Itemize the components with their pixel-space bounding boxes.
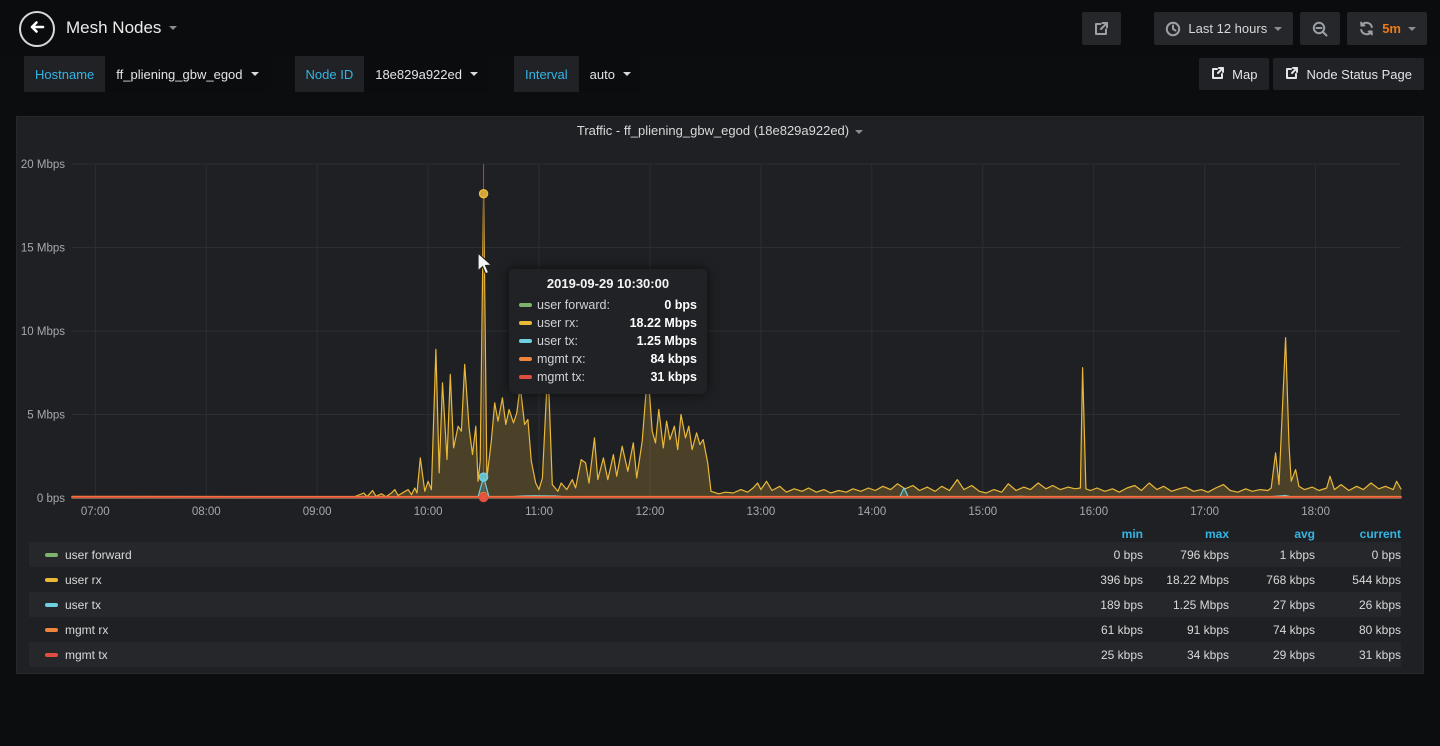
svg-text:15 Mbps: 15 Mbps <box>21 243 65 255</box>
series-color-dash <box>519 339 532 343</box>
series-name[interactable]: mgmt tx <box>65 648 108 662</box>
svg-text:09:00: 09:00 <box>303 506 332 518</box>
chevron-down-icon <box>623 72 631 76</box>
svg-text:18:00: 18:00 <box>1301 506 1330 518</box>
svg-text:10 Mbps: 10 Mbps <box>21 326 65 338</box>
variable-interval: Interval auto <box>514 56 642 92</box>
chevron-down-icon <box>470 72 478 76</box>
arrow-left-icon <box>27 17 47 42</box>
refresh-interval-label[interactable]: 5m <box>1382 21 1401 36</box>
map-link-label: Map <box>1232 67 1257 82</box>
legend-col-avg[interactable]: avg <box>1229 527 1315 541</box>
legend-row: mgmt tx 25 kbps 34 kbps 29 kbps 31 kbps <box>29 642 1401 667</box>
svg-text:15:00: 15:00 <box>968 506 997 518</box>
node-status-page-link-label: Node Status Page <box>1306 67 1412 82</box>
svg-text:07:00: 07:00 <box>81 506 110 518</box>
variable-hostname-value: ff_pliening_gbw_egod <box>116 67 242 82</box>
series-color-dash <box>519 303 532 307</box>
chart-tooltip: 2019-09-29 10:30:00 user forward: 0 bps … <box>509 269 707 394</box>
chevron-down-icon <box>1274 27 1282 31</box>
tooltip-row: user rx: 18.22 Mbps <box>519 314 697 332</box>
node-status-page-link-button[interactable]: Node Status Page <box>1273 58 1424 90</box>
traffic-panel: Traffic - ff_pliening_gbw_egod (18e829a9… <box>16 116 1424 674</box>
variable-interval-dropdown[interactable]: auto <box>579 56 642 92</box>
series-color-dash <box>519 321 532 325</box>
legend-row: user tx 189 bps 1.25 Mbps 27 kbps 26 kbp… <box>29 592 1401 617</box>
tooltip-timestamp: 2019-09-29 10:30:00 <box>519 276 697 296</box>
series-color-swatch <box>45 628 58 632</box>
series-color-dash <box>519 375 532 379</box>
svg-text:11:00: 11:00 <box>525 506 553 518</box>
time-range-picker[interactable]: Last 12 hours <box>1154 12 1293 45</box>
svg-text:5 Mbps: 5 Mbps <box>27 410 65 422</box>
back-button[interactable] <box>19 11 55 47</box>
series-color-swatch <box>45 653 58 657</box>
tooltip-row: mgmt tx: 31 kbps <box>519 368 697 386</box>
legend-row: user forward 0 bps 796 kbps 1 kbps 0 bps <box>29 542 1401 567</box>
variable-nodeid: Node ID 18e829a922ed <box>295 56 489 92</box>
legend-row: user rx 396 bps 18.22 Mbps 768 kbps 544 … <box>29 567 1401 592</box>
top-navbar: Mesh Nodes Last 12 hours 5m <box>0 0 1440 56</box>
svg-text:17:00: 17:00 <box>1190 506 1219 518</box>
legend-col-min[interactable]: min <box>1057 527 1143 541</box>
share-icon <box>1093 20 1110 37</box>
series-color-swatch <box>45 553 58 557</box>
legend-header: min max avg current <box>29 525 1401 542</box>
variable-nodeid-dropdown[interactable]: 18e829a922ed <box>364 56 489 92</box>
chevron-down-icon <box>169 26 177 30</box>
legend-col-max[interactable]: max <box>1143 527 1229 541</box>
svg-text:20 Mbps: 20 Mbps <box>21 159 65 171</box>
share-button[interactable] <box>1082 12 1121 45</box>
refresh-button[interactable]: 5m <box>1347 12 1427 45</box>
chevron-down-icon <box>251 72 259 76</box>
variable-hostname: Hostname ff_pliening_gbw_egod <box>24 56 270 92</box>
clock-icon <box>1165 21 1181 37</box>
tooltip-row: user forward: 0 bps <box>519 296 697 314</box>
svg-text:13:00: 13:00 <box>747 506 776 518</box>
variable-nodeid-label: Node ID <box>295 56 365 92</box>
svg-text:10:00: 10:00 <box>414 506 443 518</box>
series-color-swatch <box>45 578 58 582</box>
series-color-dash <box>519 357 532 361</box>
magnifier-minus-icon <box>1311 20 1329 38</box>
series-name[interactable]: user tx <box>65 598 101 612</box>
refresh-icon <box>1358 20 1375 37</box>
dashboard-submenu: Hostname ff_pliening_gbw_egod Node ID 18… <box>24 56 642 92</box>
variable-nodeid-value: 18e829a922ed <box>375 67 462 82</box>
legend-row: mgmt rx 61 kbps 91 kbps 74 kbps 80 kbps <box>29 617 1401 642</box>
variable-hostname-label: Hostname <box>24 56 105 92</box>
external-link-icon <box>1211 66 1225 83</box>
legend-table: min max avg current user forward 0 bps 7… <box>29 525 1401 667</box>
chevron-down-icon <box>1408 27 1416 31</box>
series-name[interactable]: user forward <box>65 548 132 562</box>
map-link-button[interactable]: Map <box>1199 58 1269 90</box>
svg-text:12:00: 12:00 <box>636 506 665 518</box>
series-color-swatch <box>45 603 58 607</box>
external-link-icon <box>1285 66 1299 83</box>
svg-text:16:00: 16:00 <box>1079 506 1108 518</box>
series-name[interactable]: user rx <box>65 573 102 587</box>
tooltip-row: user tx: 1.25 Mbps <box>519 332 697 350</box>
variable-hostname-dropdown[interactable]: ff_pliening_gbw_egod <box>105 56 269 92</box>
zoom-out-button[interactable] <box>1300 12 1340 45</box>
dashboard-title-label: Mesh Nodes <box>66 18 161 38</box>
legend-col-current[interactable]: current <box>1315 527 1401 541</box>
svg-text:08:00: 08:00 <box>192 506 221 518</box>
variable-interval-value: auto <box>590 67 615 82</box>
dashboard-title[interactable]: Mesh Nodes <box>66 0 177 56</box>
tooltip-row: mgmt rx: 84 kbps <box>519 350 697 368</box>
time-range-label: Last 12 hours <box>1188 21 1267 36</box>
variable-interval-label: Interval <box>514 56 579 92</box>
svg-text:14:00: 14:00 <box>857 506 886 518</box>
svg-text:0 bps: 0 bps <box>37 493 65 505</box>
series-name[interactable]: mgmt rx <box>65 623 108 637</box>
